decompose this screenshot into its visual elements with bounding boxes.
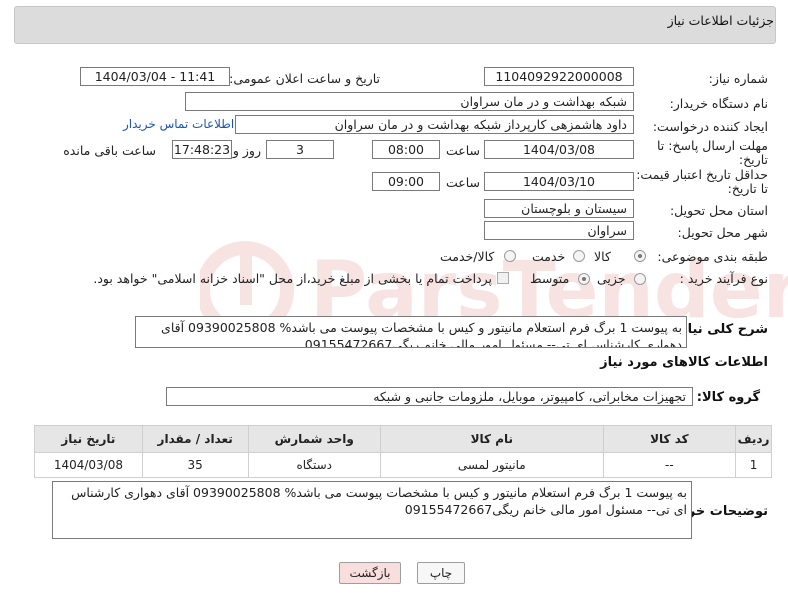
back-button[interactable]: بازگشت <box>339 562 401 584</box>
process-radio-medium[interactable] <box>578 273 590 285</box>
buyer-org-field[interactable]: شبکه بهداشت و در مان سراوان <box>185 92 634 111</box>
price-validity-date-field[interactable]: 1404/03/10 <box>484 172 634 191</box>
process-type-label: نوع فرآیند خرید : <box>679 271 768 286</box>
deadline-label-date: تاریخ: <box>738 152 768 167</box>
table-header-row: ردیف کد کالا نام کالا واحد شمارش تعداد /… <box>34 425 772 453</box>
days-label: روز و <box>232 143 261 158</box>
deadline-label: مهلت ارسال پاسخ: تا <box>657 138 768 153</box>
col-header-item-name: نام کالا <box>379 425 604 453</box>
requester-label: ایجاد کننده درخواست: <box>652 119 768 134</box>
category-option-goods-service: کالا/خدمت <box>440 249 495 264</box>
col-header-item-code: کد کالا <box>602 425 737 453</box>
print-button[interactable]: چاپ <box>417 562 465 584</box>
description-label: شرح کلی نیاز: <box>674 322 768 337</box>
requester-field[interactable]: داود هاشمزهی کارپرداز شبکه بهداشت و در م… <box>235 115 634 134</box>
col-header-quantity: تعداد / مقدار <box>141 425 249 453</box>
remaining-time-field[interactable]: 17:48:23 <box>172 140 232 159</box>
treasury-payment-note: پرداخت تمام یا بخشی از مبلغ خرید،از محل … <box>93 271 492 286</box>
buyer-notes-textarea[interactable]: به پیوست 1 برگ فرم استعلام مانیتور و کیس… <box>52 481 692 539</box>
announce-datetime-field[interactable]: 1404/03/04 - 11:41 <box>80 67 230 86</box>
category-label: طبقه بندی موضوعی: <box>657 249 768 264</box>
price-validity-time-label: ساعت <box>445 175 480 190</box>
province-label: استان محل تحویل: <box>669 203 768 218</box>
city-label: شهر محل تحویل: <box>677 225 768 240</box>
col-header-need-date: تاریخ نیاز <box>34 425 143 453</box>
description-textarea[interactable]: به پیوست 1 برگ فرم استعلام مانیتور و کیس… <box>135 316 687 348</box>
cell-item-code: -- <box>602 452 737 478</box>
price-validity-label: حداقل تاریخ اعتبار قیمت: <box>636 167 768 182</box>
category-radio-goods-service[interactable] <box>504 250 516 262</box>
remaining-days-field[interactable]: 3 <box>266 140 334 159</box>
cell-row-number: 1 <box>735 452 772 478</box>
buyer-contact-link[interactable]: اطلاعات تماس خریدار <box>123 117 234 131</box>
category-option-goods: کالا <box>594 249 611 264</box>
category-option-service: خدمت <box>532 249 566 264</box>
need-number-field[interactable]: 1104092922000008 <box>484 67 634 86</box>
price-validity-time-field[interactable]: 09:00 <box>372 172 440 191</box>
deadline-date-field[interactable]: 1404/03/08 <box>484 140 634 159</box>
goods-group-field[interactable]: تجهیزات مخابراتی، کامپیوتر، موبایل، ملزو… <box>166 387 693 406</box>
page-title: جزئیات اطلاعات نیاز <box>667 13 774 28</box>
process-radio-minor[interactable] <box>634 273 646 285</box>
announce-datetime-label: تاریخ و ساعت اعلان عمومی: <box>229 71 380 86</box>
items-table: ردیف کد کالا نام کالا واحد شمارش تعداد /… <box>34 425 772 478</box>
city-field[interactable]: سراوان <box>484 221 634 240</box>
process-option-medium: متوسط <box>530 271 570 286</box>
goods-group-label: گروه کالا: <box>696 390 760 405</box>
price-validity-label-date: تا تاریخ: <box>727 181 768 196</box>
category-radio-service[interactable] <box>573 250 585 262</box>
cell-item-name: مانیتور لمسی <box>379 452 604 478</box>
treasury-payment-checkbox[interactable] <box>497 272 509 284</box>
table-row[interactable]: 1 -- مانیتور لمسی دستگاه 35 1404/03/08 <box>34 452 772 478</box>
buyer-org-label: نام دستگاه خریدار: <box>669 96 768 111</box>
need-number-label: شماره نیاز: <box>708 71 768 86</box>
deadline-time-label: ساعت <box>445 143 480 158</box>
col-header-row-number: ردیف <box>735 425 772 453</box>
col-header-unit: واحد شمارش <box>247 425 381 453</box>
category-radio-goods[interactable] <box>634 250 646 262</box>
cell-unit: دستگاه <box>247 452 381 478</box>
deadline-time-field[interactable]: 08:00 <box>372 140 440 159</box>
page-header <box>14 6 776 44</box>
process-option-minor: جزیی <box>597 271 626 286</box>
cell-need-date: 1404/03/08 <box>34 452 143 478</box>
goods-info-title: اطلاعات کالاهای مورد نیاز <box>600 355 768 370</box>
province-field[interactable]: سیستان و بلوچستان <box>484 199 634 218</box>
cell-quantity: 35 <box>141 452 249 478</box>
remaining-time-label: ساعت باقی مانده <box>63 143 156 158</box>
